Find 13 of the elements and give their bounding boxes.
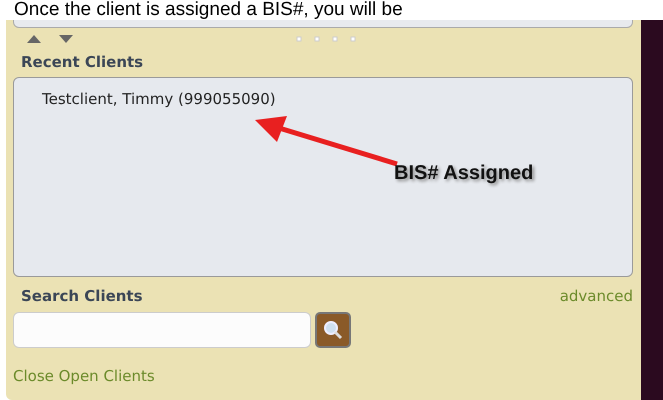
advanced-link[interactable]: advanced (560, 285, 633, 308)
search-button[interactable] (315, 312, 351, 348)
search-icon (323, 320, 343, 340)
client-item[interactable]: Testclient, Timmy (999055090) (42, 88, 276, 110)
annotation-text: BIS# Assigned (394, 161, 534, 186)
grip-icon[interactable] (296, 36, 358, 42)
up-arrow-icon[interactable] (27, 35, 41, 43)
close-open-clients-link[interactable]: Close Open Clients (13, 366, 155, 384)
section-title: Recent Clients (21, 53, 144, 71)
section-title: Search Clients (21, 286, 143, 307)
caption-text: Once the client is assigned a BIS#, you will be (13, 0, 404, 20)
search-field[interactable] (13, 312, 311, 348)
down-arrow-icon[interactable] (59, 35, 73, 43)
